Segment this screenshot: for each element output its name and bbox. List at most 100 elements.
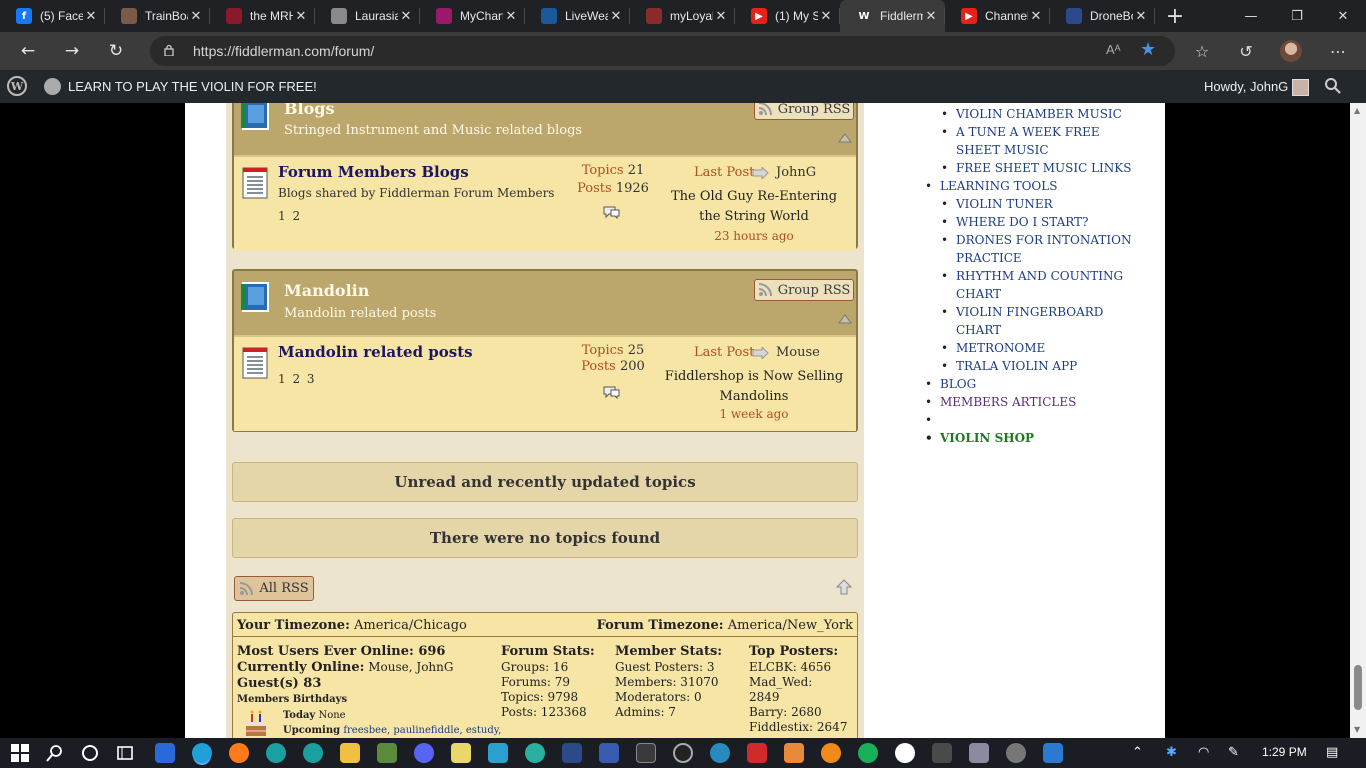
sidebar-menu-item[interactable]: TRALA VIOLIN APP — [941, 357, 1136, 375]
sidebar-menu-item[interactable]: VIOLIN FINGERBOARD — [941, 303, 1136, 321]
history-icon[interactable]: ↺ — [1234, 39, 1258, 63]
sidebar-menu-item[interactable]: BLOG — [925, 375, 1120, 393]
new-topic-icon[interactable] — [602, 205, 620, 219]
restore-icon[interactable]: ❐ — [1274, 0, 1320, 32]
sidebar-menu-item[interactable]: MEMBERS ARTICLES — [925, 393, 1120, 411]
browser-tab[interactable]: MyCharts✕ — [420, 0, 525, 32]
tab-close-icon[interactable]: ✕ — [1133, 8, 1149, 24]
tab-close-icon[interactable]: ✕ — [1028, 8, 1044, 24]
tab-close-icon[interactable]: ✕ — [713, 8, 729, 24]
user-avatar[interactable] — [1292, 79, 1309, 96]
top-poster[interactable]: Barry: 2680 — [749, 705, 847, 720]
arduino-2-icon[interactable] — [303, 743, 323, 763]
browser-tab[interactable]: Laurasia ✕ — [315, 0, 420, 32]
last-post-arrow-icon[interactable] — [752, 167, 769, 179]
app-10-icon[interactable] — [895, 743, 915, 763]
top-poster[interactable]: Mad_Wed: — [749, 675, 847, 690]
wifi-icon[interactable]: ◠ — [1198, 745, 1209, 760]
app-3-icon[interactable] — [562, 743, 582, 763]
last-post-arrow-icon[interactable] — [752, 347, 769, 359]
sidebar-menu-item[interactable]: LEARNING TOOLS — [925, 177, 1120, 195]
tab-close-icon[interactable]: ✕ — [398, 8, 414, 24]
go-to-top-icon[interactable] — [836, 579, 852, 595]
last-post-topic[interactable]: The Old Guy Re-Entering the String World — [664, 187, 844, 227]
group-rss-button[interactable]: Group RSS — [754, 279, 854, 301]
last-post-user[interactable]: Mouse — [776, 345, 820, 360]
app-6-icon[interactable] — [673, 743, 693, 763]
app-9-icon[interactable] — [858, 743, 878, 763]
search-icon[interactable] — [1324, 77, 1342, 95]
task-view-icon[interactable] — [115, 743, 135, 763]
app-8-icon[interactable] — [784, 743, 804, 763]
palette-icon[interactable] — [44, 78, 61, 95]
forum-page-links[interactable]: 1 2 3 — [278, 372, 315, 386]
back-icon[interactable]: ← — [16, 39, 40, 63]
collapse-icon[interactable] — [838, 314, 852, 324]
sidebar-menu-item[interactable]: METRONOME — [941, 339, 1136, 357]
group-rss-button[interactable]: Group RSS — [754, 103, 854, 120]
browser-tab[interactable]: ▶ (1) My Sub✕ — [735, 0, 840, 32]
tab-close-icon[interactable]: ✕ — [503, 8, 519, 24]
site-name-link[interactable]: LEARN TO PLAY THE VIOLIN FOR FREE! — [68, 79, 317, 94]
photos-icon[interactable] — [1043, 743, 1063, 763]
top-poster[interactable]: Fiddlestix: 2647 — [749, 720, 847, 735]
minimize-icon[interactable]: — — [1228, 0, 1274, 32]
app-4-icon[interactable] — [599, 743, 619, 763]
scroll-down-icon[interactable]: ▼ — [1354, 725, 1360, 734]
sidebar-menu-item[interactable]: VIOLIN SHOP — [925, 429, 1120, 447]
last-post-topic[interactable]: Fiddlershop is Now Selling Mandolins — [664, 367, 844, 407]
tab-close-icon[interactable]: ✕ — [293, 8, 309, 24]
app-icon[interactable] — [488, 743, 508, 763]
forum-page-links[interactable]: 1 2 — [278, 209, 300, 223]
last-post-user[interactable]: JohnG — [776, 165, 816, 180]
sidebar-menu-item[interactable]: CHART — [956, 321, 1136, 339]
bluetooth-icon[interactable]: ✱ — [1166, 745, 1177, 760]
favorite-star-icon[interactable]: ★ — [1140, 39, 1156, 60]
app-12-icon[interactable] — [969, 743, 989, 763]
app-5-icon[interactable] — [636, 743, 656, 763]
favorites-icon[interactable]: ☆ — [1190, 39, 1214, 63]
online-users[interactable]: Mouse, JohnG — [368, 660, 453, 674]
profile-avatar[interactable] — [1280, 40, 1302, 62]
browser-tab[interactable]: the MRH ✕ — [210, 0, 315, 32]
all-rss-button[interactable]: All RSS — [234, 576, 314, 601]
edge-icon[interactable] — [192, 743, 212, 763]
url-text[interactable]: https://fiddlerman.com/forum/ — [193, 43, 374, 59]
forum-title[interactable]: Forum Members Blogs — [278, 163, 469, 181]
sidebar-menu-item[interactable]: PRACTICE — [956, 249, 1136, 267]
outlook-icon[interactable] — [155, 743, 175, 763]
forum-title[interactable]: Mandolin related posts — [278, 343, 473, 361]
scroll-thumb[interactable] — [1354, 665, 1362, 710]
forward-icon[interactable]: → — [60, 39, 84, 63]
browser-tab[interactable]: LiveWeather✕ — [525, 0, 630, 32]
browser-tab[interactable]: W Fiddlerman✕ — [840, 0, 945, 32]
blender-icon[interactable] — [821, 743, 841, 763]
arduino-icon[interactable] — [266, 743, 286, 763]
sidebar-menu-item[interactable]: CHART — [956, 285, 1136, 303]
tab-close-icon[interactable]: ✕ — [608, 8, 624, 24]
close-window-icon[interactable]: ✕ — [1320, 0, 1366, 32]
tray-chevron-icon[interactable]: ⌃ — [1132, 745, 1143, 760]
settings-icon[interactable] — [1006, 743, 1026, 763]
group-title[interactable]: Mandolin — [284, 281, 369, 300]
windows-start-icon[interactable] — [10, 743, 30, 763]
tab-close-icon[interactable]: ✕ — [188, 8, 204, 24]
browser-tab[interactable]: f (5) Facebook✕ — [0, 0, 105, 32]
sidebar-menu-item[interactable]: FREE SHEET MUSIC LINKS — [941, 159, 1136, 177]
collapse-icon[interactable] — [838, 133, 852, 143]
firefox-icon[interactable] — [229, 743, 249, 763]
notifications-icon[interactable]: ▤ — [1326, 745, 1338, 760]
pen-icon[interactable]: ✎ — [1228, 745, 1239, 760]
taskbar-clock[interactable]: 1:29 PM — [1262, 745, 1307, 759]
notepad-icon[interactable] — [451, 743, 471, 763]
browser-tab[interactable]: myLoyalty✕ — [630, 0, 735, 32]
sidebar-menu-item[interactable]: VIOLIN CHAMBER MUSIC — [941, 105, 1136, 123]
tab-close-icon[interactable]: ✕ — [923, 8, 939, 24]
musescore-icon[interactable] — [710, 743, 730, 763]
sidebar-menu-item[interactable]: DRONES FOR INTONATION — [941, 231, 1136, 249]
sidebar-menu-item[interactable]: WHERE DO I START? — [941, 213, 1136, 231]
unread-topics-header[interactable]: Unread and recently updated topics — [232, 462, 858, 502]
search-icon[interactable] — [45, 743, 65, 763]
scroll-up-icon[interactable]: ▲ — [1354, 106, 1360, 115]
app-7-icon[interactable] — [747, 743, 767, 763]
